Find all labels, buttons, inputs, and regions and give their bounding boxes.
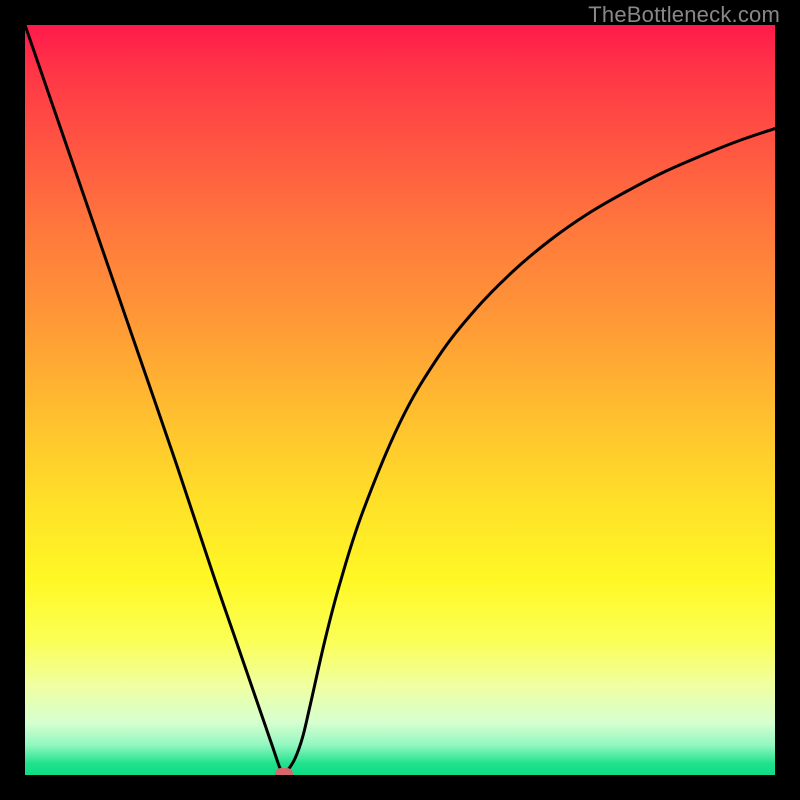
plot-area [25, 25, 775, 775]
optimum-marker [275, 768, 293, 776]
watermark-text: TheBottleneck.com [588, 2, 780, 28]
bottleneck-curve [25, 25, 775, 773]
chart-frame: TheBottleneck.com [0, 0, 800, 800]
curve-svg [25, 25, 775, 775]
